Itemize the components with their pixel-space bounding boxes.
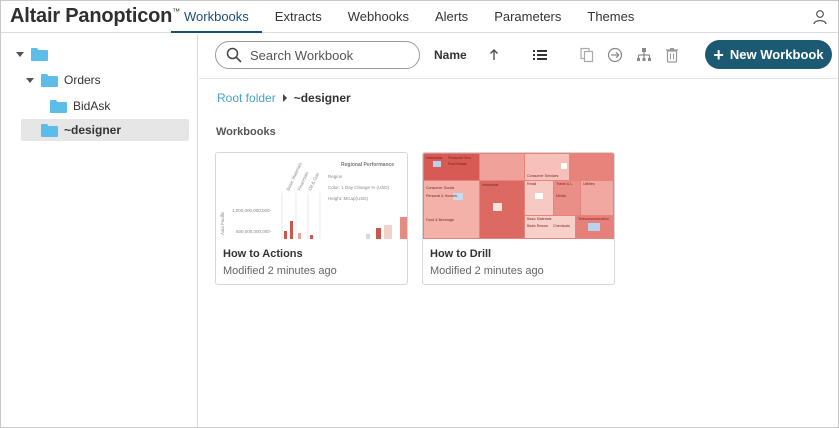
workbook-card-how-to-actions[interactable]: Regional Performance Region Color: 1 Day… (215, 152, 408, 285)
folder-icon (31, 47, 48, 61)
thumb-label: Retail (527, 182, 536, 186)
breadcrumb: Root folder ~designer (217, 91, 351, 105)
sort-ascending-icon[interactable] (485, 46, 503, 64)
thumb-color: Color: 1 Day Change % (USD) (328, 185, 390, 190)
caret-down-icon[interactable] (15, 49, 25, 59)
thumb-label: Basic Materials (527, 217, 552, 221)
workbook-thumbnail: Regional Performance Region Color: 1 Day… (216, 153, 407, 239)
tab-workbooks[interactable]: Workbooks (171, 1, 262, 33)
thumb-label: Personal & Househ. (426, 194, 458, 198)
thumb-label: Industrials (426, 156, 443, 160)
workbook-modified: Modified 2 minutes ago (223, 265, 337, 277)
tree-item-root[interactable] (15, 43, 48, 65)
main-tabs: Workbooks Extracts Webhooks Alerts Param… (171, 1, 647, 33)
thumb-label: Basic Resour (527, 224, 549, 228)
thumb-region: Region (328, 174, 343, 179)
workbook-thumbnail: Industrials Financial Serv. Real Estate … (423, 153, 614, 239)
user-icon[interactable] (812, 9, 828, 25)
sort-field-label[interactable]: Name (434, 48, 467, 62)
hierarchy-icon[interactable] (635, 46, 653, 64)
thumb-label: Utilities (583, 182, 595, 186)
search-box[interactable] (215, 41, 420, 69)
thumb-axis-big: 1,000,000,000,000- (232, 208, 272, 213)
thumb-label: Chemicals (553, 224, 570, 228)
thumb-label: Real Estate (448, 162, 467, 166)
workbook-title: How to Drill (430, 248, 492, 260)
list-view-icon[interactable] (531, 46, 549, 64)
tree-item-label: ~designer (64, 123, 122, 137)
thumb-ylabel: Asia Pacific (220, 211, 225, 235)
thumb-label: Telecommunication (578, 217, 609, 221)
brand-logo: Altair Panopticon™ (10, 5, 180, 27)
tree-item-designer[interactable]: ~designer (41, 119, 121, 141)
caret-down-icon[interactable] (25, 75, 35, 85)
thumb-label: Consumer Services (527, 174, 559, 178)
workbook-card-how-to-drill[interactable]: Industrials Financial Serv. Real Estate … (422, 152, 615, 285)
workbook-title: How to Actions (223, 248, 303, 260)
top-bar: Altair Panopticon™ Workbooks Extracts We… (1, 1, 838, 33)
thumb-label: Consumer Goods (426, 186, 454, 190)
trash-icon[interactable] (663, 46, 681, 64)
tree-item-label: Orders (64, 73, 101, 87)
new-workbook-label: New Workbook (729, 47, 824, 62)
tree-item-orders[interactable]: Orders (25, 69, 101, 91)
tree-item-bidask[interactable]: BidAsk (50, 95, 110, 117)
workbook-toolbar: Name (199, 34, 838, 79)
app-window: Altair Panopticon™ Workbooks Extracts We… (0, 0, 839, 428)
workbook-modified: Modified 2 minutes ago (430, 265, 544, 277)
tree-item-label: BidAsk (73, 99, 111, 113)
tab-alerts[interactable]: Alerts (422, 1, 481, 33)
chevron-right-icon (282, 94, 287, 102)
thumb-axis-small: 500,000,000,000- (236, 229, 272, 234)
folder-sidebar: Orders BidAsk ~designer (1, 34, 198, 427)
folder-icon (41, 73, 58, 87)
move-icon[interactable] (606, 46, 624, 64)
section-title: Workbooks (216, 126, 276, 138)
breadcrumb-current: ~designer (293, 91, 351, 105)
breadcrumb-root-link[interactable]: Root folder (217, 91, 276, 105)
folder-icon (50, 99, 67, 113)
tab-parameters[interactable]: Parameters (481, 1, 574, 33)
thumb-heading: Regional Performance (341, 162, 394, 168)
thumb-label: Industrials (482, 183, 499, 187)
search-icon (226, 47, 242, 63)
new-workbook-button[interactable]: + New Workbook (705, 40, 832, 69)
search-input[interactable] (250, 47, 410, 63)
tab-themes[interactable]: Themes (574, 1, 647, 33)
copy-icon[interactable] (578, 46, 596, 64)
thumb-label: Travel & L. (556, 182, 573, 186)
thumb-height: Height: MCap(USD) (328, 196, 369, 201)
tab-extracts[interactable]: Extracts (262, 1, 335, 33)
thumb-label: Food & Beverage (426, 218, 454, 222)
folder-icon (41, 123, 58, 137)
plus-icon: + (713, 44, 724, 65)
thumb-label: Media (556, 194, 566, 198)
thumb-label: Financial Serv. (448, 156, 472, 160)
tab-webhooks[interactable]: Webhooks (335, 1, 422, 33)
